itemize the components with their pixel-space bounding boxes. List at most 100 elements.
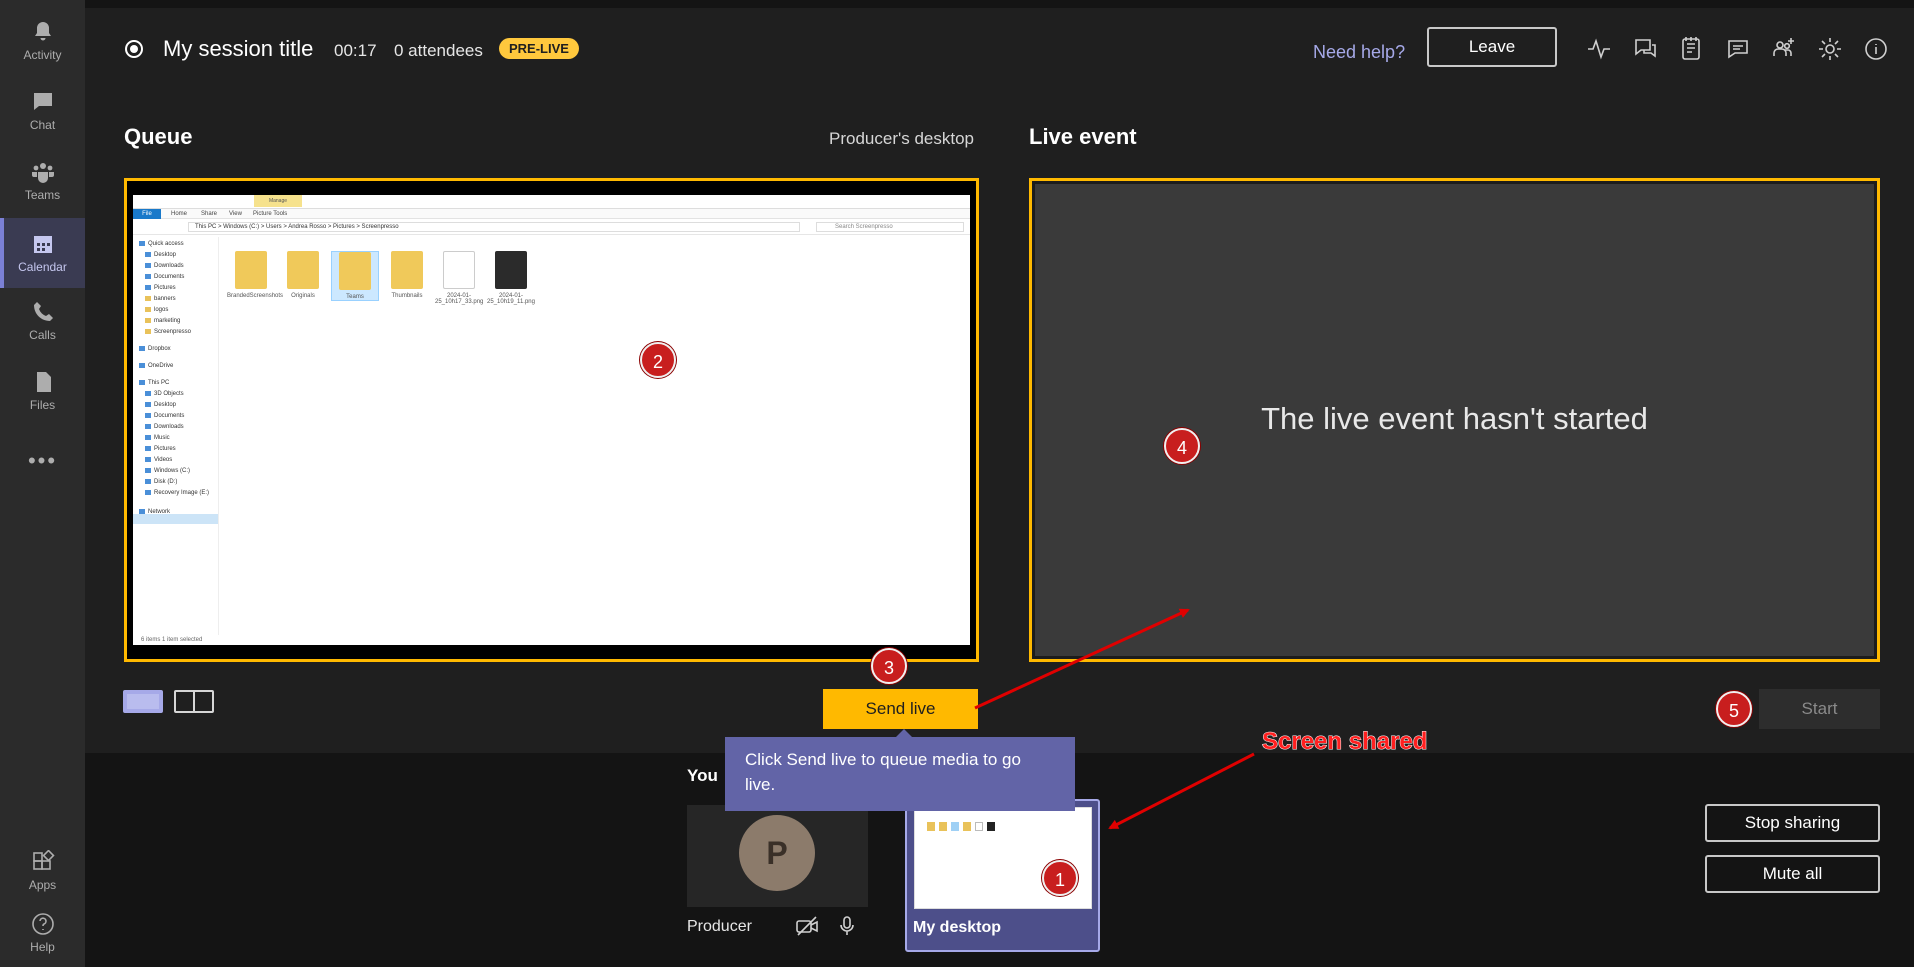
rail-item-label: Teams xyxy=(24,188,61,202)
stop-sharing-button[interactable]: Stop sharing xyxy=(1705,804,1880,842)
session-header: My session title 00:17 0 attendees PRE-L… xyxy=(85,0,1914,92)
chat-icon[interactable] xyxy=(1725,36,1751,62)
help-icon xyxy=(31,913,54,935)
rail-item-calls[interactable]: Calls xyxy=(0,288,85,354)
bell-icon xyxy=(34,22,51,41)
send-live-button[interactable]: Send live xyxy=(823,689,978,729)
file-label: 2024-01-25_10h19_11.png xyxy=(487,293,535,305)
explorer-nav-pane: Quick access Desktop Downloads Documents Pic… xyxy=(133,237,219,635)
rail-item-label: Calls xyxy=(29,328,56,342)
live-event-title: Live event xyxy=(1029,124,1137,149)
attendee-count: 0 attendees xyxy=(394,41,483,60)
explorer-titlebar: Manage xyxy=(133,195,970,209)
rail-item-calendar[interactable]: Calendar xyxy=(0,218,85,288)
notes-icon[interactable] xyxy=(1678,36,1704,62)
nav-item: Pictures xyxy=(145,446,176,452)
explorer-status: 6 items 1 item selected xyxy=(141,637,203,643)
queue-preview[interactable]: Manage File Home Share View Picture Tool… xyxy=(124,178,979,662)
nav-item: Music xyxy=(145,435,170,441)
annotation-badge-5: 5 xyxy=(1716,691,1752,727)
explorer-ribbon: File Home Share View Picture Tools xyxy=(133,209,970,219)
nav-item: Recovery Image (E:) xyxy=(145,490,209,496)
nav-item: Videos xyxy=(145,457,172,463)
session-title: My session title xyxy=(163,36,314,61)
chat-icon xyxy=(33,93,52,110)
rail-item-label: Activity xyxy=(23,48,62,62)
apps-icon xyxy=(32,850,55,870)
nav-item: Desktop xyxy=(145,252,176,258)
nav-item: Disk (D:) xyxy=(145,479,177,485)
annotation-badge-2: 2 xyxy=(640,342,676,378)
queue-source-label[interactable]: Producer's desktop xyxy=(829,129,974,149)
rail-item-label: Files xyxy=(29,398,56,412)
more-apps-icon[interactable]: ••• xyxy=(0,448,85,474)
folder-icon xyxy=(339,252,371,290)
single-layout-button[interactable] xyxy=(123,690,163,713)
file-item: Originals xyxy=(279,251,327,299)
add-people-icon[interactable] xyxy=(1771,36,1797,62)
rail-item-chat[interactable]: Chat xyxy=(0,78,85,144)
rail-item-label: Chat xyxy=(29,118,56,132)
folder-icon xyxy=(235,251,267,289)
you-label: You xyxy=(687,766,718,785)
need-help-link[interactable]: Need help? xyxy=(1313,42,1405,63)
rail-item-teams[interactable]: Teams xyxy=(0,148,85,214)
phone-icon xyxy=(33,302,53,321)
calendar-icon xyxy=(33,236,52,253)
teams-icon xyxy=(31,163,54,183)
file-item: BrandedScreenshots xyxy=(227,251,283,299)
explorer-address-bar: This PC > Windows (C:) > Users > Andrea … xyxy=(133,219,970,235)
mute-all-button[interactable]: Mute all xyxy=(1705,855,1880,893)
camera-off-icon[interactable] xyxy=(796,916,818,936)
producer-name: Producer xyxy=(687,918,752,935)
info-icon[interactable] xyxy=(1863,36,1889,62)
rail-item-label: Help xyxy=(30,940,55,954)
live-event-preview: The live event hasn't started xyxy=(1029,178,1880,662)
rail-item-help[interactable]: Help xyxy=(0,900,85,966)
shared-screen-explorer: Manage File Home Share View Picture Tool… xyxy=(133,195,970,645)
nav-item: Downloads xyxy=(145,263,184,269)
start-button[interactable]: Start xyxy=(1759,689,1880,729)
qna-icon[interactable] xyxy=(1632,36,1658,62)
record-icon xyxy=(125,40,143,58)
annotation-badge-1: 1 xyxy=(1042,860,1078,896)
producer-tile[interactable]: P xyxy=(687,805,868,907)
nav-item: 3D Objects xyxy=(145,391,184,397)
ribbon-tab: Picture Tools xyxy=(253,211,288,217)
folder-icon xyxy=(287,251,319,289)
file-item: Thumbnails xyxy=(383,251,431,299)
file-label: Thumbnails xyxy=(391,293,423,299)
nav-item: Quick access xyxy=(139,241,184,247)
ribbon-tab: File xyxy=(133,209,161,219)
nav-item: Documents xyxy=(145,274,184,280)
session-timer: 00:17 xyxy=(334,41,377,60)
screen-shared-annotation: Screen shared xyxy=(1261,728,1428,756)
annotation-badge-4: 4 xyxy=(1164,428,1200,464)
microphone-icon[interactable] xyxy=(836,916,858,936)
file-label: Originals xyxy=(291,293,315,299)
address-path: This PC > Windows (C:) > Users > Andrea … xyxy=(188,222,800,232)
settings-icon[interactable] xyxy=(1817,36,1843,62)
nav-item: Pictures xyxy=(145,285,176,291)
avatar: P xyxy=(739,815,815,891)
rail-item-apps[interactable]: Apps xyxy=(0,838,85,904)
leave-button[interactable]: Leave xyxy=(1427,27,1557,67)
nav-item: Documents xyxy=(145,413,184,419)
nav-item: Desktop xyxy=(145,402,176,408)
nav-item: Network xyxy=(139,509,170,515)
file-label: 2024-01-25_10h17_33.png xyxy=(435,293,484,305)
file-label: Teams xyxy=(346,294,364,300)
image-thumbnail xyxy=(495,251,527,289)
health-icon[interactable] xyxy=(1586,36,1612,62)
rail-item-activity[interactable]: Activity xyxy=(0,8,85,74)
split-layout-button[interactable] xyxy=(174,690,214,713)
rail-item-files[interactable]: Files xyxy=(0,358,85,424)
nav-item: banners xyxy=(145,296,176,302)
ribbon-tab: Share xyxy=(201,211,218,217)
file-item: 2024-01-25_10h19_11.png xyxy=(487,251,535,305)
status-badge: PRE-LIVE xyxy=(499,38,579,59)
send-live-tooltip: Click Send live to queue media to go liv… xyxy=(725,729,1075,811)
ribbon-tab: View xyxy=(229,211,242,217)
nav-item: Screenpresso xyxy=(145,329,191,335)
desktop-name: My desktop xyxy=(913,919,1002,936)
